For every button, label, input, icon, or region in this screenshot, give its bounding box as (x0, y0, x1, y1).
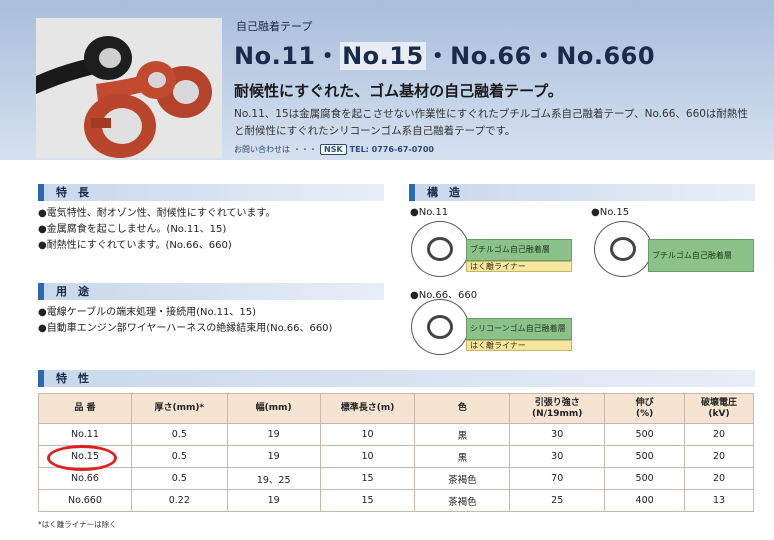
table-cell: 19、25 (226, 467, 321, 490)
feature-item: ●金属腐食を起こしません。(No.11、15) (38, 224, 227, 235)
contact-info: お問い合わせは ・・・ NSK TEL: 0776-67-0700 (234, 144, 434, 155)
column-header: 厚さ(mm)* (130, 393, 228, 424)
contact-phone: TEL: 0776-67-0700 (349, 145, 434, 154)
title-part-no15: No.15 (340, 42, 426, 70)
structure-caption-no15: ●No.15 (591, 207, 630, 218)
title-part-rest: ・No.66・No.660 (425, 42, 656, 70)
uses-list: ●電線ケーブルの端末処理・接続用(No.11、15) ●自動車エンジン部ワイヤー… (38, 305, 332, 337)
table-cell: 400 (604, 489, 686, 512)
layer-butyl-no11: ブチルゴム自己融着層 (466, 239, 572, 261)
table-cell: 30 (509, 423, 606, 446)
use-item: ●電線ケーブルの端末処理・接続用(No.11、15) (38, 307, 256, 318)
table-cell: 30 (509, 445, 606, 468)
title-part-no11: No.11・ (234, 42, 341, 70)
table-cell: 500 (604, 445, 686, 468)
table-cell: 0.22 (130, 489, 228, 512)
table-cell: 10 (319, 445, 416, 468)
structure-caption-no11: ●No.11 (410, 207, 449, 218)
highlight-circle (47, 445, 117, 471)
feature-item: ●耐熱性にすぐれています。(No.66、660) (38, 240, 232, 251)
table-cell: No.11 (38, 423, 132, 446)
column-header: 品 番 (38, 393, 132, 424)
table-cell: 10 (319, 423, 416, 446)
layer-silicone-no66: シリコーンゴム自己融着層 (466, 318, 572, 340)
features-list: ●電気特性、耐オゾン性、耐候性にすぐれています。 ●金属腐食を起こしません。(N… (38, 206, 276, 254)
product-description: No.11、15は金属腐食を起こさせない作業性にすぐれたブチルゴム系自己融着テー… (234, 106, 769, 140)
tape-roll-diagram-no15 (594, 221, 652, 277)
table-cell: 15 (319, 489, 416, 512)
table-row: No.15 0.5 19 10 黒 30 500 20 (38, 445, 754, 468)
table-row: No.660 0.22 19 15 茶褐色 25 400 13 (38, 489, 754, 512)
section-heading-properties: 特 性 (38, 370, 755, 387)
table-cell: 25 (509, 489, 606, 512)
tape-roll-diagram-no66 (411, 299, 469, 355)
table-cell: 黒 (414, 423, 511, 446)
product-category: 自己融着テープ (236, 20, 313, 33)
table-cell: 黒 (414, 445, 511, 468)
description-line: No.11、15は金属腐食を起こさせない作業性にすぐれたブチルゴム系自己融着テー… (234, 108, 748, 120)
column-header: 伸び (%) (604, 393, 686, 424)
column-header: 標準長さ(m) (319, 393, 416, 424)
contact-dots: ・・・ (293, 145, 317, 154)
layer-liner-no66: はく離ライナー (466, 340, 572, 351)
section-heading-features: 特 長 (38, 184, 384, 201)
table-row: No.11 0.5 19 10 黒 30 500 20 (38, 423, 754, 446)
table-cell: 500 (604, 467, 686, 490)
table-cell: 0.5 (130, 467, 228, 490)
table-cell: 15 (319, 467, 416, 490)
table-cell: 茶褐色 (414, 489, 511, 512)
layer-butyl-no15: ブチルゴム自己融着層 (648, 239, 754, 272)
layer-liner-no11: はく離ライナー (466, 261, 572, 272)
column-header: 幅(mm) (226, 393, 321, 424)
properties-table: 品 番 厚さ(mm)* 幅(mm) 標準長さ(m) 色 引張り強さ (N/19m… (38, 393, 754, 512)
section-heading-uses: 用 途 (38, 283, 384, 300)
tape-rolls-image (36, 18, 222, 158)
table-cell: 0.5 (130, 445, 228, 468)
table-footnote: *はく離ライナーは除く (38, 520, 117, 529)
table-header-row: 品 番 厚さ(mm)* 幅(mm) 標準長さ(m) 色 引張り強さ (N/19m… (38, 393, 754, 424)
contact-label: お問い合わせは (234, 145, 290, 154)
table-cell: 20 (684, 445, 754, 468)
section-heading-structure: 構 造 (409, 184, 755, 201)
product-title: No.11・No.15・No.66・No.660 (234, 36, 655, 71)
table-cell: 茶褐色 (414, 467, 511, 490)
table-cell: 500 (604, 423, 686, 446)
use-item: ●自動車エンジン部ワイヤーハーネスの絶縁結束用(No.66、660) (38, 323, 333, 334)
column-header: 色 (414, 393, 511, 424)
table-cell: 20 (684, 467, 754, 490)
tape-roll-diagram-no11 (411, 221, 469, 277)
table-cell: 13 (684, 489, 754, 512)
table-cell: 70 (509, 467, 606, 490)
table-cell: 19 (226, 445, 321, 468)
column-header: 破壊電圧 (kV) (684, 393, 754, 424)
column-header: 引張り強さ (N/19mm) (509, 393, 606, 424)
description-line: と耐候性にすぐれたシリコーンゴム系自己融着テープです。 (234, 125, 516, 137)
table-cell: 19 (226, 423, 321, 446)
feature-item: ●電気特性、耐オゾン性、耐候性にすぐれています。 (38, 208, 276, 219)
nsk-badge: NSK (320, 144, 347, 155)
tagline: 耐候性にすぐれた、ゴム基材の自己融着テープ。 (234, 82, 563, 100)
table-cell: 20 (684, 423, 754, 446)
table-row: No.66 0.5 19、25 15 茶褐色 70 500 20 (38, 467, 754, 490)
product-photo (36, 18, 222, 158)
table-cell: No.660 (38, 489, 132, 512)
table-cell: 19 (226, 489, 321, 512)
table-cell: 0.5 (130, 423, 228, 446)
